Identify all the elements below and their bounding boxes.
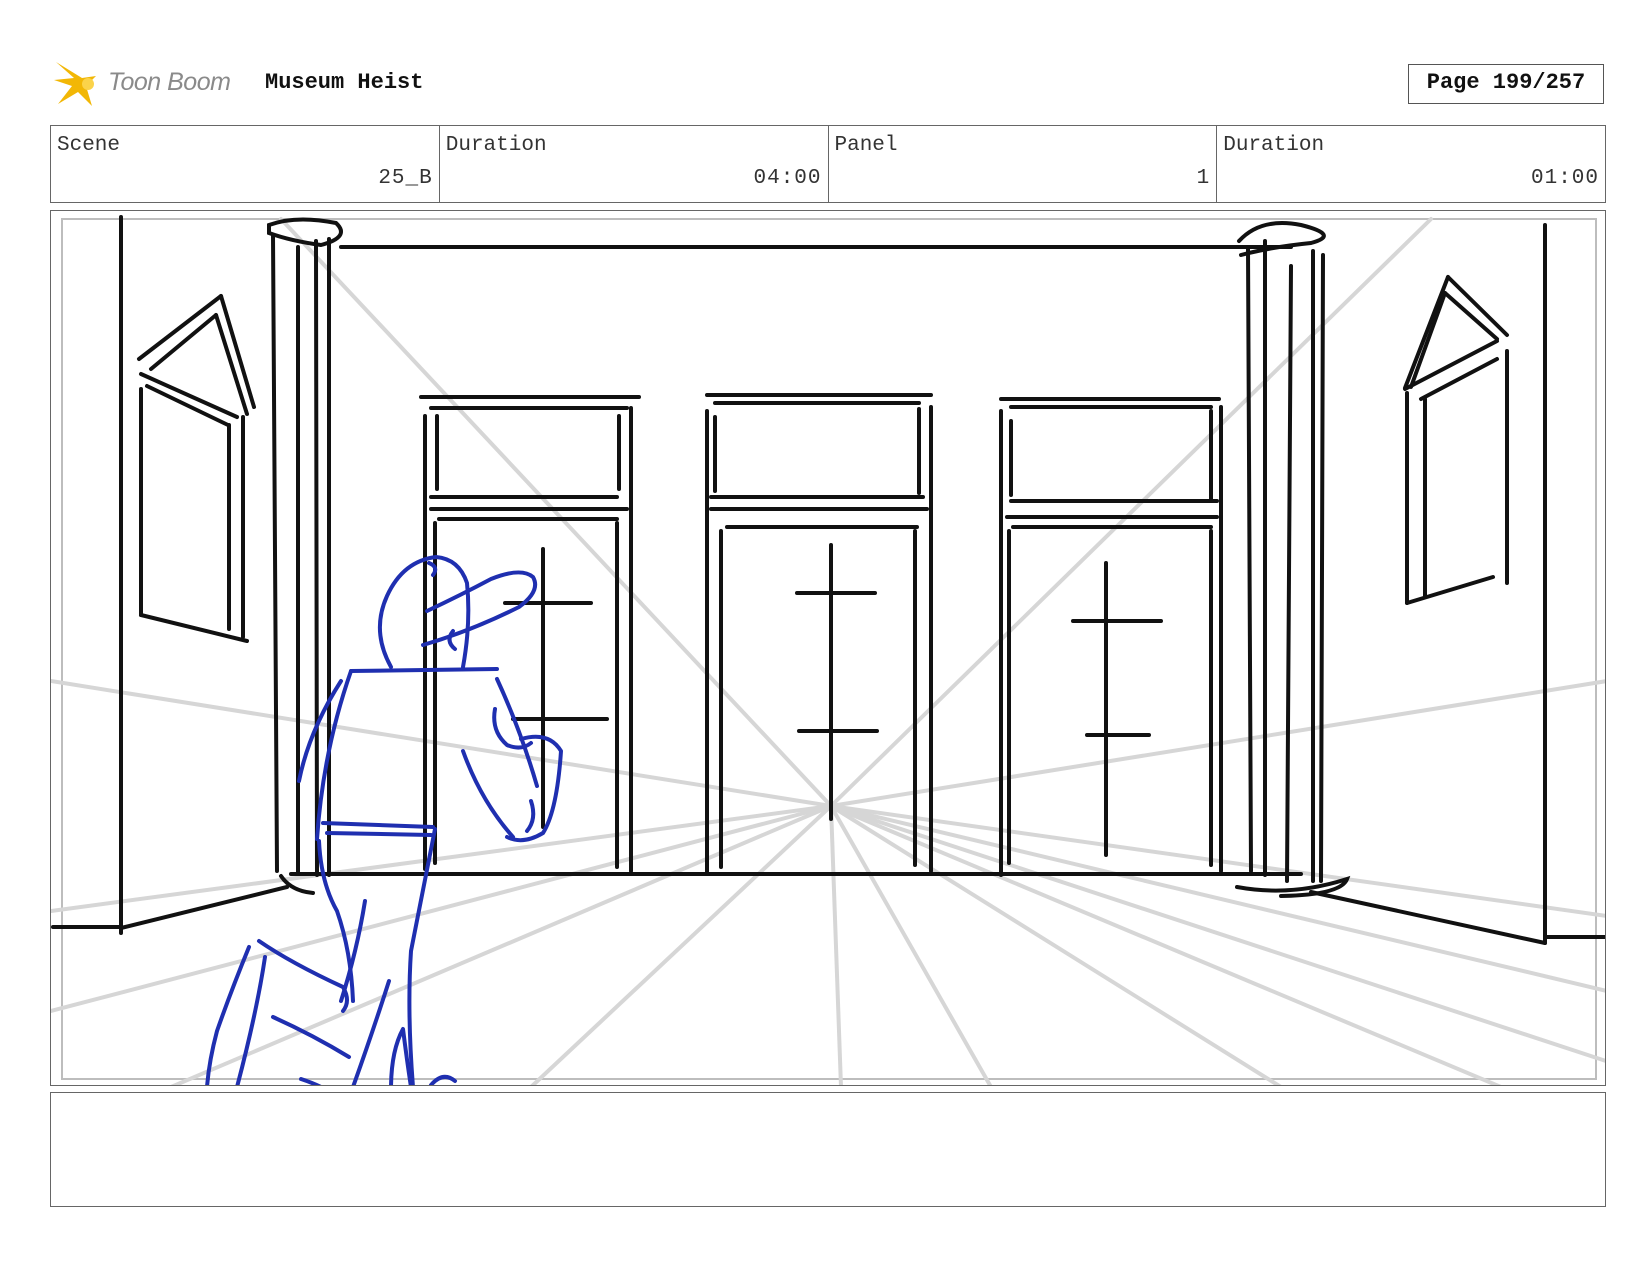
page-number: Page 199/257 <box>1408 64 1604 104</box>
storyboard-panel <box>50 210 1606 1086</box>
logo-text: Toon Boom <box>108 68 231 96</box>
panel-cell: Panel 1 <box>829 126 1218 202</box>
scene-value: 25_B <box>378 167 433 190</box>
panel-duration-cell: Duration 01:00 <box>1217 126 1605 202</box>
room-architecture <box>51 215 1605 945</box>
character-sketch <box>205 555 563 1085</box>
project-title: Museum Heist <box>265 70 424 95</box>
scene-label: Scene <box>57 134 121 157</box>
panel-duration-value: 01:00 <box>1530 167 1599 190</box>
info-table: Scene 25_B Duration 04:00 Panel 1 Durati… <box>50 125 1606 203</box>
scene-duration-value: 04:00 <box>753 167 822 190</box>
scene-duration-cell: Duration 04:00 <box>440 126 829 202</box>
panel-duration-label: Duration <box>1223 134 1325 157</box>
panel-value: 1 <box>1196 167 1211 190</box>
scene-duration-label: Duration <box>445 134 547 157</box>
toon-boom-star-icon <box>54 62 96 106</box>
notes-area[interactable] <box>50 1092 1606 1207</box>
panel-label: Panel <box>834 134 898 157</box>
panel-sketch <box>51 215 1605 1085</box>
toon-boom-logo: Toon Boom <box>52 56 252 112</box>
scene-cell: Scene 25_B <box>51 126 440 202</box>
